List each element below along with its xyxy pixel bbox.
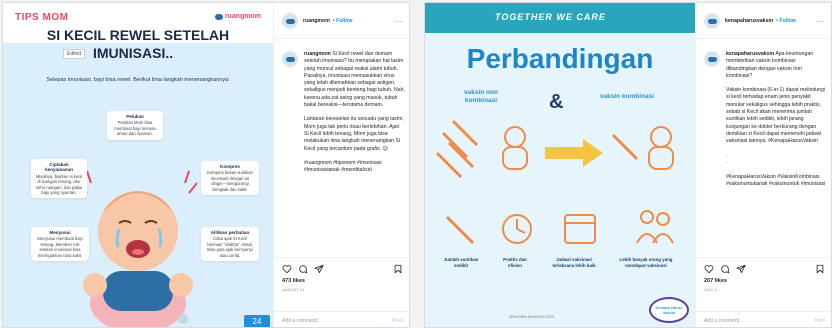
post-card-kenapaharusvaksin: TOGETHER WE CARE Perbandingan vaksin non… [424,2,832,328]
tip-card-kenyamanan: Ciptakan kenyamanan Misalnya, biarkan si… [31,159,87,199]
comment-box: Add a comment... Post [274,311,409,327]
tip-text: Pelukan Mom bisa membuat bayi merasa ama… [114,120,156,137]
likes-count[interactable]: 207 likes [704,278,825,284]
tip-card-menyusui: Menyusui Menyusui membuat bayi tenang. M… [31,227,89,262]
tip-text: Misalnya, biarkan si kecil di ruangan te… [35,173,83,196]
post-header: ruangmom • Follow ... [274,3,409,39]
edited-tag: Edited [63,49,86,59]
more-options-icon[interactable]: ... [394,17,403,24]
heart-icon[interactable] [282,264,292,274]
calendar-icon [564,214,596,244]
post-sidebar: kenapaharusvaksin • Follow ... kenapahar… [695,3,831,327]
tip-card-alihkan: Alihkan perhatian Coba ajak Si Kecil ber… [201,227,259,262]
follow-button[interactable]: • Follow [333,18,353,24]
comment-input[interactable]: Add a comment... [704,318,743,324]
ruangmom-logo-mark [214,13,223,20]
post-date: AUGUST 14 [282,287,305,292]
tip-text: Kompres bekas suntikan imunisasi dengan … [207,170,253,192]
tip-title: Ciptakan kenyamanan [45,162,73,173]
action-bar [282,264,403,274]
post-card-ruangmom: TIPS MOM ruangmom SI KECIL REWEL SETELAH… [2,2,410,328]
ruangmom-logo: ruangmom [214,13,261,20]
caption-paragraph: ruangmom Si Kecil rewel dan demam setela… [304,51,405,109]
post-date: JULY 2 [704,287,717,292]
tip-text: Coba ajak Si Kecil bermain "cilukba", mi… [207,236,253,258]
post-header: kenapaharusvaksin • Follow ... [696,3,831,39]
tips-mom-logo: TIPS MOM [15,12,69,23]
people-icon [636,210,674,244]
share-icon[interactable] [314,264,324,274]
caption-separator: · [726,159,728,166]
tip-card-pelukan: Pelukan Pelukan Mom bisa membuat bayi me… [107,111,163,140]
comment-input[interactable]: Add a comment... [282,318,321,324]
image-title-line2: IMUNISASI.. [93,45,174,61]
comment-box: Add a comment... Post [696,311,831,327]
clock-icon [502,214,532,244]
kenapa-harus-vaksin-logo: Kenapa Harus Vaksin [649,297,689,323]
syringe-icon [611,133,639,161]
tip-title: Kompres [220,164,240,169]
caption-paragraph: Lantaran kerewelan itu sesuatu yang lazi… [304,116,404,152]
label-vaksin-kombinasi: vaksin kombinasi [599,93,655,100]
caption-body: kenapaharusvaksin Apa keuntungan memberi… [726,51,827,189]
crying-baby-illustration [78,170,198,327]
avatar[interactable] [282,12,298,29]
avatar[interactable] [704,51,720,67]
caption-separator: · [726,152,728,159]
caption: ruangmom Si Kecil rewel dan demam setela… [282,51,405,249]
comment-icon[interactable] [298,264,308,274]
bookmark-icon[interactable] [393,264,403,274]
caption: kenapaharusvaksin Apa keuntungan memberi… [704,51,827,249]
caption-paragraph: kenapaharusvaksin Apa keuntungan memberi… [726,51,827,80]
baby-icon [502,126,528,170]
more-options-icon[interactable]: ... [816,17,825,24]
avatar[interactable] [282,51,298,67]
action-bar [704,264,825,274]
avatar[interactable] [704,12,720,29]
registration-number: SRM-DRM-ID/IN/0100 2020 [509,315,554,319]
post-comment-button[interactable]: Post [392,318,403,324]
username-link[interactable]: kenapaharusvaksin [725,18,773,24]
heart-icon[interactable] [704,264,714,274]
caption-username[interactable]: ruangmom [304,51,331,57]
bookmark-icon[interactable] [815,264,825,274]
image-subtitle: Selepas imunisasi, bayi bisa rewel. Beri… [46,77,230,83]
post-sidebar: ruangmom • Follow ... ruangmom Si Kecil … [273,3,409,327]
benefit-label: Praktis dan efisien [503,257,527,268]
benefit-label: Jadwal vaksinasi terlaksana lebih baik [552,257,596,268]
share-icon[interactable] [736,264,746,274]
benefit-label: Lebih banyak orang yang mendapat vaksina… [619,257,673,268]
post-comment-button[interactable]: Post [814,318,825,324]
syringe-icon [435,119,479,179]
tip-title: Menyusui [49,230,71,235]
caption-text: Si Kecil rewel dan demam setelah imunisa… [304,51,405,109]
arrow-icon [545,139,603,167]
label-vaksin-non-kombinasi: vaksin non kombinasi [464,89,498,104]
logo-text: Kenapa Harus Vaksin [655,305,683,315]
tip-title: Pelukan [126,114,144,119]
likes-count[interactable]: 473 likes [282,278,403,284]
caption-hashtags[interactable]: #ruangmom #tipsmom #imunisasi #imunisasi… [304,160,405,175]
benefit-label: Jumlah suntikan sedikit [443,257,479,268]
ruangmom-logo-text: ruangmom [224,13,261,20]
comment-icon[interactable] [720,264,730,274]
post-image[interactable]: TIPS MOM ruangmom SI KECIL REWEL SETELAH… [3,3,273,327]
ampersand: & [549,91,564,113]
image-title: Perbandingan [466,43,654,74]
tip-card-kompres: Kompres Kompres bekas suntikan imunisasi… [201,161,259,196]
post-image[interactable]: TOGETHER WE CARE Perbandingan vaksin non… [425,3,695,327]
caption-paragraph: Vaksin kombinasi (6-in-1) dapat melindun… [726,87,826,145]
image-title-line1: SI KECIL REWEL SETELAH [46,27,230,43]
caption-body: ruangmom Si Kecil rewel dan demam setela… [304,51,405,174]
username-link[interactable]: ruangmom [303,18,330,24]
together-we-care-banner: TOGETHER WE CARE [495,12,606,22]
follow-button[interactable]: • Follow [776,18,796,24]
tip-title: Alihkan perhatian [210,230,250,235]
page-number-badge: 24 [244,315,270,327]
caption-username[interactable]: kenapaharusvaksin [726,51,774,57]
tip-text: Menyusui membuat bayi tenang. Memberi AS… [37,236,83,258]
syringe-icon [445,215,475,245]
caption-hashtags[interactable]: #KenapaHarusVaksin #VaksinKombinasi #vak… [726,174,827,189]
baby-icon [648,126,674,170]
